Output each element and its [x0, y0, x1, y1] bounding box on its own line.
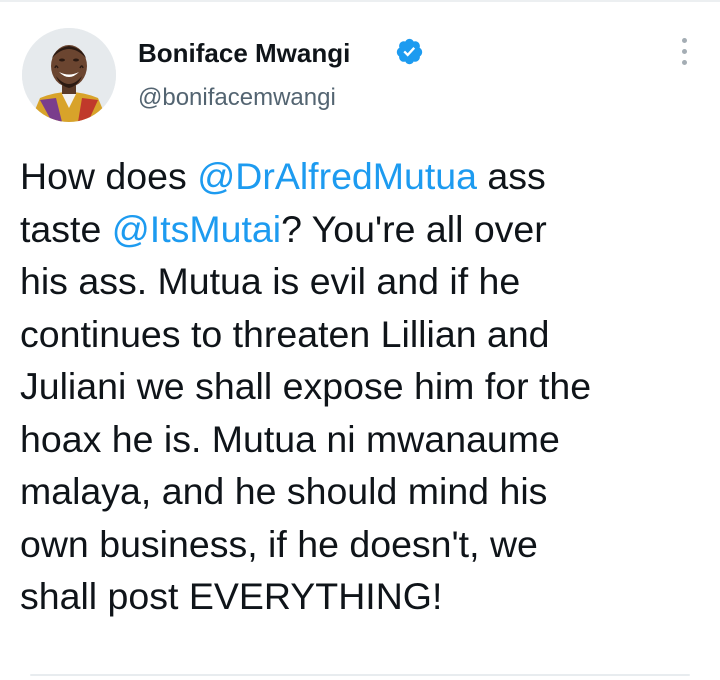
- tweet-text: How does @DrAlfredMutua ass taste @ItsMu…: [20, 150, 700, 623]
- verified-badge-icon: [396, 38, 423, 65]
- tweet-line-6: hoax he is. Mutua ni mwanaume: [20, 417, 560, 460]
- tweet-line-1: How does @DrAlfredMutua ass: [20, 150, 700, 203]
- tweet-line-5: Juliani we shall expose him for the: [20, 365, 592, 407]
- top-divider: [0, 0, 720, 2]
- tweet-card: Boniface Mwangi @bonifacemwangi How does…: [0, 0, 720, 680]
- mention-itsmutai[interactable]: @ItsMutai: [112, 208, 281, 250]
- tweet-text-segment: How does: [20, 155, 198, 197]
- avatar[interactable]: [22, 28, 116, 122]
- avatar-image: [22, 28, 116, 122]
- tweet-text-segment: ? You're all over: [281, 207, 547, 250]
- tweet-line-3: his ass. Mutua is evil and if he: [20, 260, 521, 302]
- author-name[interactable]: Boniface Mwangi: [138, 38, 350, 69]
- tweet-line-8: own business, if he doesn't, we: [20, 522, 538, 565]
- tweet-line-7: malaya, and he should mind his: [20, 470, 548, 512]
- tweet-text-segment: ass: [477, 155, 546, 197]
- bottom-divider: [30, 674, 690, 676]
- mention-dralfredmutua[interactable]: @DrAlfredMutua: [197, 155, 477, 197]
- tweet-line-4: continues to threaten Lillian and: [20, 312, 550, 355]
- tweet-line-9: shall post EVERYTHING!: [20, 575, 443, 617]
- more-vertical-icon[interactable]: [676, 38, 692, 72]
- tweet-line-2: taste @ItsMutai? You're all over: [20, 203, 700, 256]
- tweet-text-segment: taste: [20, 207, 112, 250]
- author-handle[interactable]: @bonifacemwangi: [138, 84, 336, 112]
